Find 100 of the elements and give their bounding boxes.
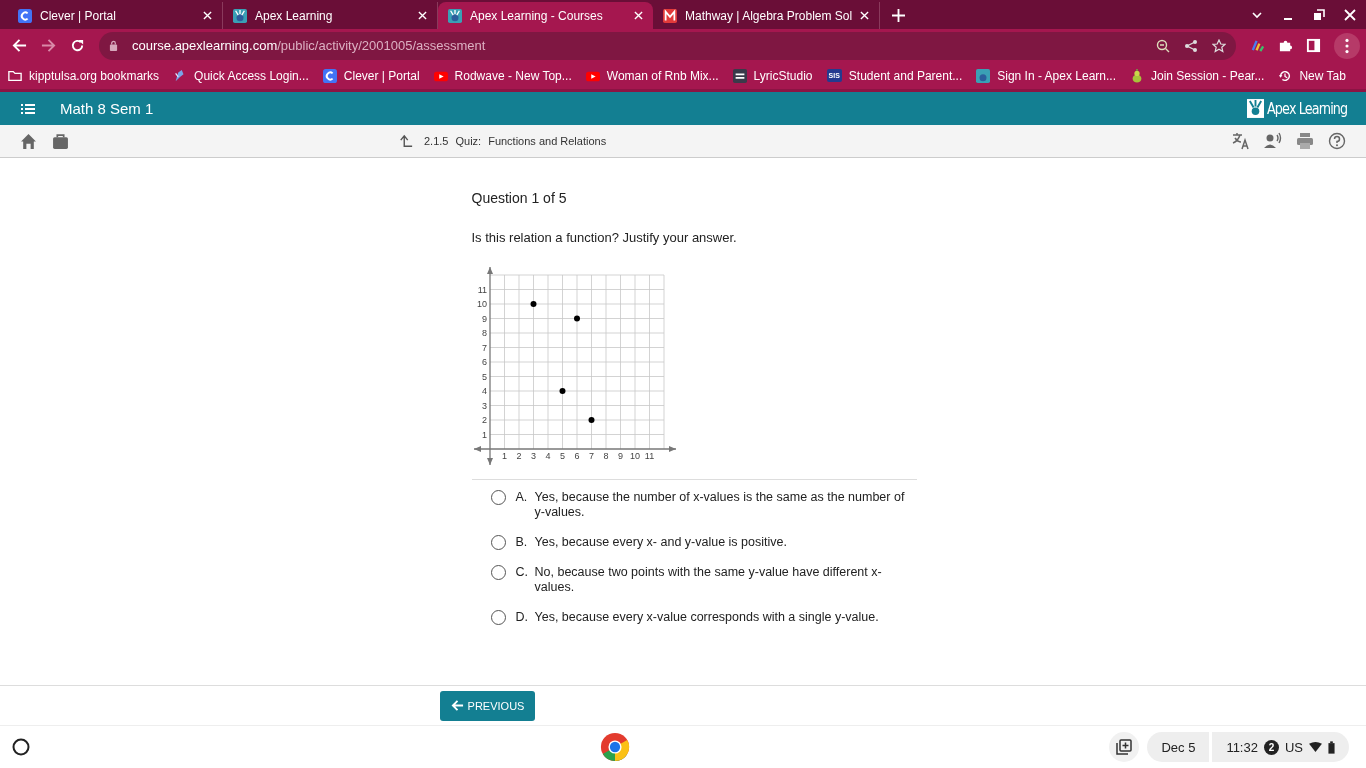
url-text: course.apexlearning.com/public/activity/2001005/assessment <box>132 38 486 53</box>
question-prompt: Is this relation a function? Justify your answer. <box>471 230 738 245</box>
option-letter: A. <box>515 490 529 505</box>
bookmark[interactable]: Rodwave - New Top... <box>433 68 572 83</box>
x-tick-label: 1 <box>501 451 507 461</box>
apex-icon <box>233 8 247 23</box>
address-bar[interactable]: course.apexlearning.com/public/activity/2001005/assessment <box>99 31 1236 60</box>
activity-title: Functions and Relations <box>488 135 607 147</box>
activity-type: Quiz: <box>455 135 482 147</box>
course-title: Math 8 Sem 1 <box>60 100 154 117</box>
previous-button[interactable]: PREVIOUS <box>440 690 535 721</box>
arrow-left-icon <box>450 699 464 712</box>
apex-logo-icon <box>1247 99 1265 118</box>
date-button[interactable]: Dec 5 <box>1147 732 1210 762</box>
keyboard-layout: US <box>1284 739 1303 755</box>
clever-icon <box>322 68 337 83</box>
restore-icon[interactable] <box>1313 9 1325 21</box>
option-letter: B. <box>515 535 529 550</box>
option-text: Yes, because the number of x-values is the same as the number of y-values. <box>534 490 906 520</box>
y-tick-label: 10 <box>476 299 487 309</box>
apex-icon <box>976 68 991 83</box>
share-icon[interactable] <box>1184 38 1198 53</box>
tab-title: Mathway | Algebra Problem Sol <box>685 8 853 23</box>
briefcase-icon[interactable] <box>52 132 69 150</box>
option-text: Yes, because every x-value corresponds with a single y-value. <box>534 610 880 625</box>
data-point <box>588 417 594 423</box>
lines-icon <box>732 68 747 83</box>
bookmark[interactable]: Join Session - Pear... <box>1130 68 1265 83</box>
new-tab-icon[interactable] <box>892 9 906 22</box>
x-tick-label: 11 <box>644 451 654 461</box>
x-tick-label: 10 <box>629 451 640 461</box>
wifi-icon <box>1309 741 1322 753</box>
data-point <box>573 315 580 322</box>
bookmark[interactable]: kipptulsa.org bookmarks <box>8 68 160 83</box>
back-icon[interactable] <box>12 38 27 53</box>
star-icon[interactable] <box>1212 38 1226 53</box>
lock-icon <box>109 40 118 51</box>
x-tick-label: 4 <box>545 451 550 461</box>
y-tick-label: 4 <box>481 386 487 396</box>
bookmark[interactable]: Clever | Portal <box>322 68 420 83</box>
phone-hub-button[interactable] <box>1109 732 1140 762</box>
bookmark[interactable]: Sign In - Apex Learn... <box>976 68 1116 83</box>
speaker-person-icon[interactable] <box>1264 132 1282 150</box>
close-icon[interactable] <box>860 11 870 20</box>
bookmark[interactable]: LyricStudio <box>732 68 813 83</box>
option-letter: C. <box>515 565 529 580</box>
chrome-icon[interactable] <box>600 732 631 762</box>
x-tick-label: 6 <box>574 451 579 461</box>
x-tick-label: 3 <box>530 451 536 461</box>
mathway-icon <box>663 8 677 23</box>
clever-icon <box>18 8 32 23</box>
home-icon[interactable] <box>20 132 37 150</box>
y-tick-label: 7 <box>481 342 487 353</box>
forward-icon[interactable] <box>41 38 56 53</box>
y-tick-label: 2 <box>481 415 487 425</box>
close-icon[interactable] <box>418 11 427 20</box>
close-icon[interactable] <box>1344 9 1356 21</box>
help-icon[interactable] <box>1328 132 1346 150</box>
zoom-icon[interactable] <box>1156 38 1170 53</box>
x-tick-label: 9 <box>617 451 623 461</box>
tab-title: Apex Learning - Courses <box>470 8 604 23</box>
x-tick-label: 7 <box>588 451 594 461</box>
reload-icon[interactable] <box>70 38 85 53</box>
option-letter: D. <box>515 610 529 625</box>
folder-icon <box>8 68 22 83</box>
y-tick-label: 6 <box>481 357 487 367</box>
launcher-icon[interactable] <box>11 737 31 757</box>
tab-title: Apex Learning <box>255 8 334 23</box>
close-icon[interactable] <box>634 11 643 20</box>
bookmark[interactable]: Woman of Rnb Mix... <box>585 68 719 83</box>
up-arrow-icon[interactable] <box>399 134 413 148</box>
side-panel-icon[interactable] <box>1306 38 1321 53</box>
x-tick-label: 8 <box>603 451 608 461</box>
bookmark[interactable]: New Tab <box>1278 68 1346 83</box>
print-icon[interactable] <box>1296 132 1314 150</box>
brand-name: Apex Learning <box>1267 99 1348 118</box>
battery-icon <box>1328 740 1335 754</box>
x-tick-label: 5 <box>559 451 565 461</box>
option-text: Yes, because every x- and y-value is positive. <box>534 535 788 550</box>
y-tick-label: 9 <box>481 313 487 324</box>
y-tick-label: 8 <box>481 328 487 338</box>
chevron-down-icon[interactable] <box>1251 9 1263 21</box>
status-tray[interactable]: 11:32 2 US <box>1212 732 1349 762</box>
menu-icon[interactable] <box>1334 32 1360 59</box>
question-counter: Question 1 of 5 <box>471 190 568 206</box>
close-icon[interactable] <box>203 11 212 20</box>
y-tick-label: 11 <box>477 284 487 295</box>
option-text: No, because two points with the same y-value have different x-values. <box>534 565 883 595</box>
apex-icon <box>448 8 462 23</box>
translate-icon[interactable] <box>1232 132 1250 150</box>
extension-icon[interactable] <box>1250 38 1265 53</box>
pear-icon <box>1130 68 1144 83</box>
browser-tab[interactable]: Apex Learning - Courses <box>438 2 653 29</box>
data-point <box>530 301 536 307</box>
data-point <box>559 388 565 394</box>
activity-number: 2.1.5 <box>424 135 449 147</box>
puzzle-icon[interactable] <box>1278 38 1293 53</box>
history-icon <box>1278 68 1293 83</box>
bookmark[interactable]: Quick Access Login... <box>173 68 309 83</box>
tab-title: Clever | Portal <box>40 8 117 23</box>
